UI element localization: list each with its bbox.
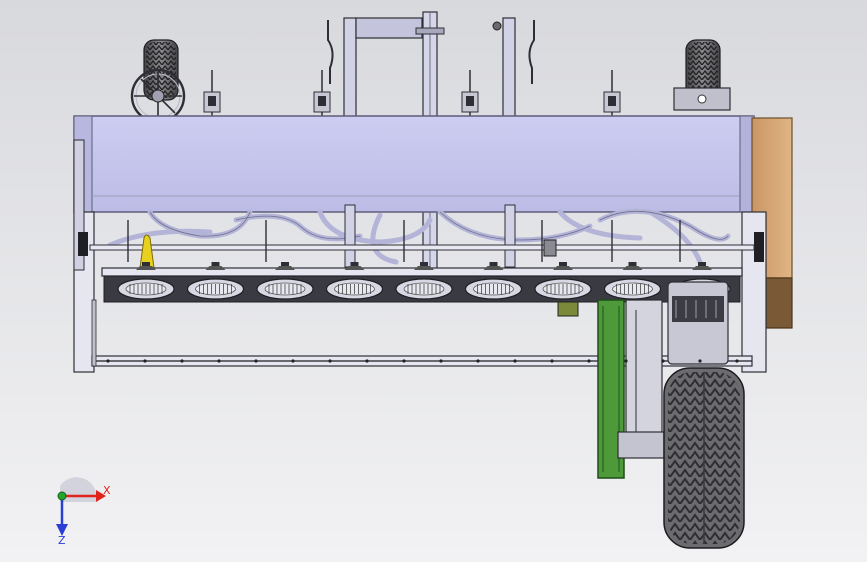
cad-viewport[interactable]: X Z xyxy=(0,0,867,562)
bolt xyxy=(439,359,443,363)
bolt xyxy=(476,359,480,363)
bolt xyxy=(365,359,369,363)
handwheel-icon[interactable] xyxy=(130,68,186,124)
seeder-assembly-view: X Z xyxy=(0,0,867,562)
drive-sprocket xyxy=(557,301,579,317)
gearbox-housing[interactable] xyxy=(667,281,729,365)
bolt xyxy=(513,359,517,363)
bolt xyxy=(735,359,739,363)
bolt xyxy=(587,359,591,363)
mast-strut-right xyxy=(504,204,516,268)
seed-metering-units xyxy=(117,262,731,300)
bolt xyxy=(624,359,628,363)
drive-wheel[interactable] xyxy=(663,367,745,549)
bolt xyxy=(661,359,665,363)
bolt xyxy=(291,359,295,363)
bolt xyxy=(143,359,147,363)
bolt xyxy=(106,359,110,363)
axis-x-label: X xyxy=(103,484,111,497)
seed-hopper[interactable] xyxy=(73,115,755,213)
bolt xyxy=(254,359,258,363)
mast-strut-left xyxy=(344,204,356,268)
bolt xyxy=(698,359,702,363)
bolt xyxy=(328,359,332,363)
bolt xyxy=(217,359,221,363)
drive-shaft[interactable] xyxy=(89,244,755,251)
bolt xyxy=(550,359,554,363)
bolt xyxy=(180,359,184,363)
axis-z-label: Z xyxy=(58,534,66,547)
shaft-coupling xyxy=(543,239,557,257)
right-side-frame xyxy=(741,211,767,373)
bolt xyxy=(402,359,406,363)
